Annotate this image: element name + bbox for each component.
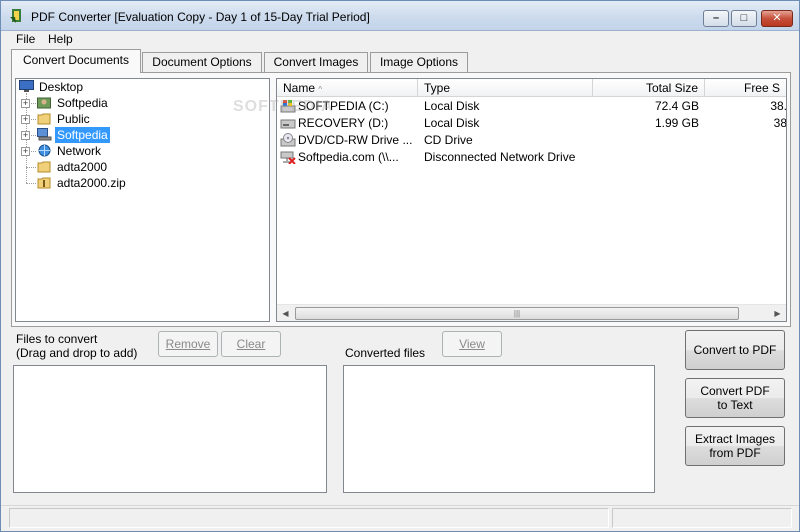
files-to-convert-label: Files to convert (16, 332, 98, 346)
extract-images-button[interactable]: Extract Images from PDF (685, 426, 785, 466)
clear-button[interactable]: Clear (221, 331, 281, 357)
user-folder-icon (37, 97, 51, 109)
converted-files-list[interactable] (343, 365, 655, 493)
minimize-icon: – (712, 12, 720, 24)
tree-item-label: adta2000 (57, 160, 108, 174)
folder-icon (37, 161, 51, 173)
drive-type: Disconnected Network Drive (424, 150, 576, 164)
computer-icon (37, 128, 52, 141)
tab-document-options[interactable]: Document Options (142, 52, 262, 73)
zip-folder-icon (37, 177, 51, 189)
menu-file[interactable]: File (14, 32, 37, 46)
tree-item-label: Softpedia (57, 96, 108, 110)
view-button[interactable]: View (442, 331, 502, 357)
drive-free-space: 38. (770, 99, 787, 113)
tree-item-label: adta2000.zip (57, 176, 126, 190)
status-pane-secondary (612, 508, 792, 528)
expand-icon[interactable]: + (21, 147, 30, 156)
menu-help[interactable]: Help (46, 32, 75, 46)
files-to-convert-list[interactable] (13, 365, 327, 493)
minimize-button[interactable]: – (703, 10, 729, 27)
drive-list[interactable]: Name ^ Type Total Size Free S SOFTPEDIA … (276, 78, 787, 322)
hard-drive-icon (280, 119, 296, 129)
scrollbar-thumb[interactable]: ||| (295, 307, 739, 320)
network-drive-disconnected-icon (280, 151, 296, 164)
app-window: PDF Converter [Evaluation Copy - Day 1 o… (0, 0, 800, 532)
tree-item-label: Network (57, 144, 102, 158)
drive-type: CD Drive (424, 133, 473, 147)
status-pane-main (9, 508, 609, 528)
column-header-total-size[interactable]: Total Size (593, 79, 705, 97)
drive-type: Local Disk (424, 99, 480, 113)
status-bar (1, 505, 799, 531)
scroll-left-icon[interactable]: ◀ (277, 305, 294, 321)
drive-name: RECOVERY (D:) (298, 116, 389, 130)
drive-total-size: 1.99 GB (654, 116, 699, 130)
drag-drop-hint: (Drag and drop to add) (16, 346, 138, 360)
drive-type: Local Disk (424, 116, 480, 130)
close-icon: ✕ (772, 12, 782, 24)
column-header-name[interactable]: Name ^ (277, 79, 418, 97)
tree-item-label: Desktop (39, 80, 84, 94)
drive-total-size: 72.4 GB (654, 99, 699, 113)
tab-convert-documents[interactable]: Convert Documents (11, 49, 141, 73)
table-row[interactable]: SOFTPEDIA (C:) Local Disk 72.4 GB 38. (277, 98, 787, 115)
maximize-button[interactable]: □ (731, 10, 757, 27)
expand-icon[interactable]: + (21, 115, 30, 124)
expand-icon[interactable]: + (21, 131, 30, 140)
cd-drive-icon (280, 133, 296, 147)
folder-icon (37, 113, 51, 125)
drive-name: DVD/CD-RW Drive ... (298, 133, 413, 147)
tab-image-options[interactable]: Image Options (370, 52, 468, 73)
maximize-icon: □ (740, 12, 748, 24)
table-row[interactable]: DVD/CD-RW Drive ... CD Drive (277, 132, 786, 149)
network-icon (38, 144, 51, 157)
convert-pdf-to-text-button[interactable]: Convert PDF to Text (685, 378, 785, 418)
tree-guide-line (26, 183, 36, 184)
tree-item-label: Public (57, 112, 90, 126)
sort-ascending-icon: ^ (318, 85, 323, 94)
tree-item-label: Softpedia (55, 127, 110, 143)
watermark: SOFTPEDIA (233, 98, 334, 115)
menu-bar: File Help (1, 31, 799, 49)
converted-files-label: Converted files (345, 346, 426, 360)
drive-name: Softpedia.com (\\... (298, 150, 399, 164)
expand-icon[interactable]: + (21, 99, 30, 108)
table-row[interactable]: Softpedia.com (\\... Disconnected Networ… (277, 149, 786, 166)
window-title: PDF Converter [Evaluation Copy - Day 1 o… (31, 10, 370, 24)
drive-free-space: 38 (773, 116, 787, 130)
column-header-type[interactable]: Type (418, 79, 593, 97)
column-header-free-space[interactable]: Free S (705, 79, 786, 97)
title-bar[interactable]: PDF Converter [Evaluation Copy - Day 1 o… (1, 1, 799, 31)
remove-button[interactable]: Remove (158, 331, 218, 357)
folder-tree[interactable]: Desktop + Softpedia + Public + Softpedia (15, 78, 270, 322)
tree-guide-line (26, 167, 36, 168)
table-row[interactable]: RECOVERY (D:) Local Disk 1.99 GB 38 (277, 115, 787, 132)
convert-to-pdf-button[interactable]: Convert to PDF (685, 330, 785, 370)
desktop-icon (19, 80, 34, 92)
close-button[interactable]: ✕ (761, 10, 793, 27)
app-icon (10, 9, 21, 23)
tab-convert-images[interactable]: Convert Images (264, 52, 368, 73)
horizontal-scrollbar[interactable]: ◀ ||| ▶ (277, 304, 786, 321)
scroll-right-icon[interactable]: ▶ (769, 305, 786, 321)
